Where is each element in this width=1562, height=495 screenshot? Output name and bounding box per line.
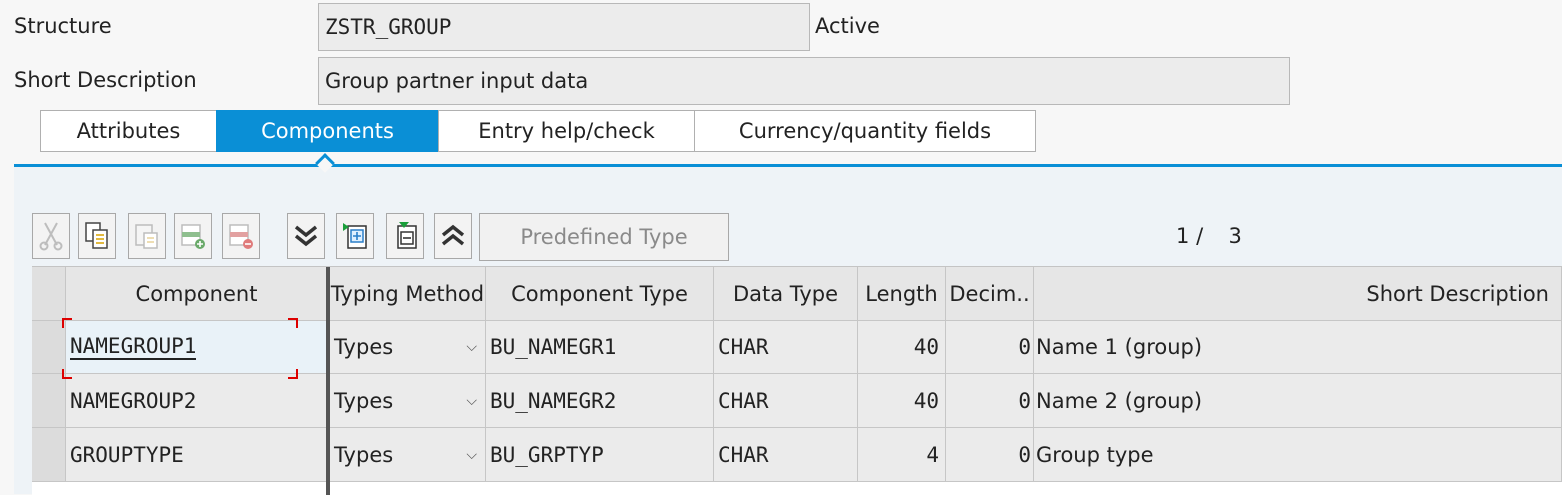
tab-entry-help-check[interactable]: Entry help/check <box>438 110 694 152</box>
chevron-down-icon[interactable]: ⌵ <box>466 339 477 355</box>
column-freeze-splitter[interactable] <box>326 267 330 495</box>
insert-include-icon <box>343 223 367 249</box>
short-description-label: Short Description <box>14 68 197 92</box>
component-name-cell[interactable]: NAMEGROUP2 <box>66 374 328 428</box>
data-type-cell: CHAR <box>714 428 858 482</box>
chevron-down-icon[interactable]: ⌵ <box>466 447 477 463</box>
structure-label: Structure <box>14 14 112 38</box>
component-type-cell[interactable]: BU_GRPTYP <box>486 428 714 482</box>
components-table: Component Typing Method Component Type D… <box>32 266 1562 495</box>
focus-corner <box>288 369 298 379</box>
page-counter: 1 / 3 <box>1176 224 1242 248</box>
page-separator: / <box>1196 224 1204 248</box>
component-name-cell[interactable]: GROUPTYPE <box>66 428 328 482</box>
decimals-cell: 0 <box>946 374 1034 428</box>
tab-underline <box>14 164 1562 167</box>
row-selector[interactable] <box>32 321 66 374</box>
column-header-length[interactable]: Length <box>858 267 946 321</box>
empty-row <box>32 482 1562 495</box>
select-all-corner[interactable] <box>32 267 66 321</box>
column-header-data-type[interactable]: Data Type <box>714 267 858 321</box>
length-cell: 4 <box>858 428 946 482</box>
chevron-down-icon[interactable]: ⌵ <box>466 393 477 409</box>
status-text: Active <box>815 14 880 38</box>
row-selector[interactable] <box>32 428 66 482</box>
typing-method-select[interactable]: Types ⌵ <box>330 428 486 482</box>
component-type-cell[interactable]: BU_NAMEGR2 <box>486 374 714 428</box>
collapse-all-button[interactable] <box>434 213 472 259</box>
remove-include-icon <box>397 222 417 249</box>
paste-icon <box>135 224 158 249</box>
length-cell: 40 <box>858 374 946 428</box>
remove-include-button[interactable] <box>386 213 424 259</box>
cut-icon <box>39 222 63 251</box>
component-name-cell[interactable]: NAMEGROUP1 <box>66 321 328 374</box>
column-header-short-description[interactable]: Short Description <box>1034 267 1562 321</box>
tab-currency-quantity-fields[interactable]: Currency/quantity fields <box>694 110 1036 152</box>
page-current: 1 <box>1176 224 1190 248</box>
structure-name-field[interactable]: ZSTR_GROUP <box>318 3 810 51</box>
tab-strip: Attributes Components Entry help/check C… <box>40 110 1036 152</box>
decimals-cell: 0 <box>946 321 1034 374</box>
insert-include-button[interactable] <box>336 213 374 259</box>
typing-method-value: Types <box>334 388 394 413</box>
short-description-cell: Name 2 (group) <box>1034 374 1562 428</box>
expand-all-icon <box>294 225 318 247</box>
column-header-component-type[interactable]: Component Type <box>486 267 714 321</box>
expand-all-button[interactable] <box>287 213 325 259</box>
page-total: 3 <box>1228 224 1242 248</box>
focus-corner <box>62 369 72 379</box>
data-type-cell: CHAR <box>714 374 858 428</box>
short-description-cell: Name 1 (group) <box>1034 321 1562 374</box>
typing-method-value: Types <box>334 442 394 467</box>
decimals-cell: 0 <box>946 428 1034 482</box>
collapse-all-icon <box>441 224 465 246</box>
insert-row-button[interactable] <box>174 213 212 259</box>
delete-row-icon <box>229 224 253 249</box>
insert-row-icon <box>181 224 205 249</box>
short-description-field[interactable]: Group partner input data <box>318 57 1290 105</box>
column-header-typing-method[interactable]: Typing Method <box>330 267 486 321</box>
column-header-component[interactable]: Component <box>66 267 328 321</box>
cut-button[interactable] <box>32 213 70 259</box>
component-type-cell[interactable]: BU_NAMEGR1 <box>486 321 714 374</box>
paste-button[interactable] <box>128 213 166 259</box>
column-header-decimals[interactable]: Decim.. <box>946 267 1034 321</box>
component-name-text: NAMEGROUP1 <box>70 334 197 360</box>
focus-corner <box>288 318 298 328</box>
typing-method-select[interactable]: Types ⌵ <box>330 374 486 428</box>
copy-icon <box>85 222 108 249</box>
short-description-cell: Group type <box>1034 428 1562 482</box>
predefined-type-button[interactable]: Predefined Type <box>479 213 729 261</box>
copy-button[interactable] <box>78 213 116 259</box>
typing-method-value: Types <box>334 335 394 359</box>
tab-components[interactable]: Components <box>216 110 438 152</box>
tab-attributes[interactable]: Attributes <box>40 110 216 152</box>
length-cell: 40 <box>858 321 946 374</box>
row-selector[interactable] <box>32 374 66 428</box>
focus-corner <box>62 318 72 328</box>
data-type-cell: CHAR <box>714 321 858 374</box>
delete-row-button[interactable] <box>222 213 260 259</box>
typing-method-select[interactable]: Types ⌵ <box>330 321 486 374</box>
